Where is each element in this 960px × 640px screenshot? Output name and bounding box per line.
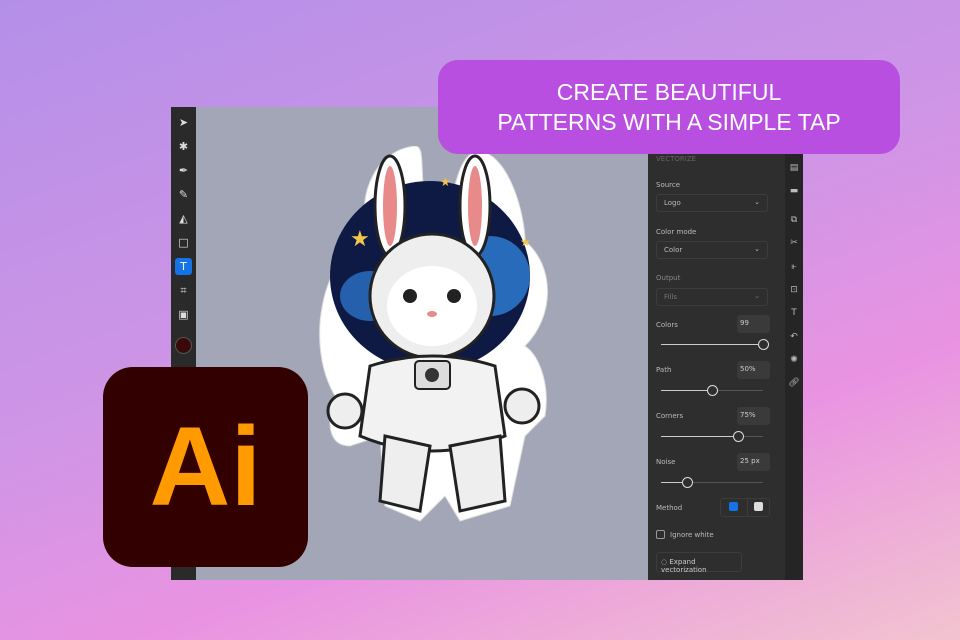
color-mode-label: Color mode — [656, 228, 697, 236]
comments-icon[interactable]: ▬ — [788, 186, 800, 196]
color-mode-value: Color — [664, 246, 683, 254]
pencil-tool-icon[interactable]: ✎ — [175, 186, 192, 203]
path-label: Path — [656, 366, 672, 374]
svg-text:★: ★ — [350, 227, 370, 252]
source-value: Logo — [664, 199, 681, 207]
fill-color-swatch[interactable] — [175, 337, 192, 354]
colors-slider-knob[interactable] — [758, 339, 769, 350]
noise-slider-knob[interactable] — [681, 477, 693, 488]
method-overlapping-icon[interactable] — [754, 502, 763, 511]
source-dropdown[interactable]: Logo ⌄ — [656, 194, 768, 212]
ignore-white-checkbox[interactable] — [656, 530, 665, 539]
ignore-white-label: Ignore white — [670, 531, 714, 539]
settings-icon[interactable]: ✺ — [788, 355, 800, 365]
type-icon[interactable]: T — [788, 308, 800, 318]
rectangle-tool-icon[interactable]: □ — [175, 234, 192, 251]
banner-line-2: PATTERNS WITH A SIMPLE TAP — [497, 109, 841, 135]
output-dropdown[interactable]: Fills ⌄ — [656, 288, 768, 306]
svg-text:★: ★ — [520, 235, 531, 249]
banner-line-1: CREATE BEAUTIFUL — [556, 79, 782, 105]
panel-title: VECTORIZE — [656, 155, 697, 163]
method-abutting-icon[interactable] — [729, 502, 738, 511]
image-tool-icon[interactable]: ▣ — [175, 306, 192, 323]
expand-vectorization-button[interactable]: ◌ Expand vectorization — [656, 552, 742, 574]
chevron-down-icon: ⌄ — [754, 292, 760, 300]
colors-slider[interactable] — [661, 339, 769, 350]
illustrator-logo: Ai — [103, 367, 308, 567]
chevron-down-icon: ⌄ — [754, 198, 760, 206]
astronaut-bunny-sticker: ★ ★ ★ — [319, 146, 548, 522]
type-tool-icon[interactable]: T — [175, 258, 192, 275]
color-mode-dropdown[interactable]: Color ⌄ — [656, 241, 768, 259]
magic-wand-tool-icon[interactable]: ✱ — [175, 138, 192, 155]
layers-icon[interactable]: ▤ — [788, 163, 800, 173]
eraser-tool-icon[interactable]: ◭ — [175, 210, 192, 227]
right-icon-bar: ▤ ▬ ⧉ ✂ ⫦ ⊡ T ↶ ✺ 🔗︎ — [785, 107, 803, 580]
curve-icon[interactable]: ↶ — [788, 332, 800, 342]
noise-slider[interactable] — [661, 477, 763, 488]
output-label: Output — [656, 274, 681, 282]
path-slider[interactable] — [661, 385, 763, 396]
chevron-down-icon: ⌄ — [754, 245, 760, 253]
colors-value[interactable]: 99 — [737, 315, 770, 333]
path-slider-knob[interactable] — [707, 385, 718, 396]
scissors-icon[interactable]: ✂ — [788, 238, 800, 248]
corners-value[interactable]: 75% — [737, 407, 770, 425]
corners-slider-knob[interactable] — [732, 431, 744, 442]
pen-tool-icon[interactable]: ✒ — [175, 162, 192, 179]
transform-icon[interactable]: ⊡ — [788, 285, 800, 295]
noise-value[interactable]: 25 px — [737, 453, 770, 471]
divider — [747, 499, 748, 516]
output-value: Fills — [664, 293, 677, 301]
promo-banner: CREATE BEAUTIFUL PATTERNS WITH A SIMPLE … — [438, 60, 900, 154]
colors-slider-fill — [661, 344, 763, 345]
method-label: Method — [656, 504, 683, 512]
corners-slider-fill — [661, 436, 738, 437]
align-icon[interactable]: ⫦ — [788, 262, 800, 272]
colors-label: Colors — [656, 321, 678, 329]
path-slider-fill — [661, 390, 712, 391]
corners-slider[interactable] — [661, 431, 763, 442]
method-toggle — [720, 498, 770, 517]
logo-text: Ai — [149, 404, 262, 529]
noise-label: Noise — [656, 458, 676, 466]
selection-tool-icon[interactable]: ➤ — [175, 114, 192, 131]
crop-tool-icon[interactable]: ⌗ — [175, 282, 192, 299]
pathfinder-icon[interactable]: ⧉ — [788, 215, 800, 225]
corners-label: Corners — [656, 412, 684, 420]
vectorize-panel: VECTORIZE Source Logo ⌄ Color mode Color ⌄… — [648, 107, 785, 580]
source-label: Source — [656, 181, 681, 189]
path-value[interactable]: 50% — [737, 361, 770, 379]
svg-text:★: ★ — [440, 175, 451, 189]
link-icon[interactable]: 🔗︎ — [788, 378, 800, 388]
